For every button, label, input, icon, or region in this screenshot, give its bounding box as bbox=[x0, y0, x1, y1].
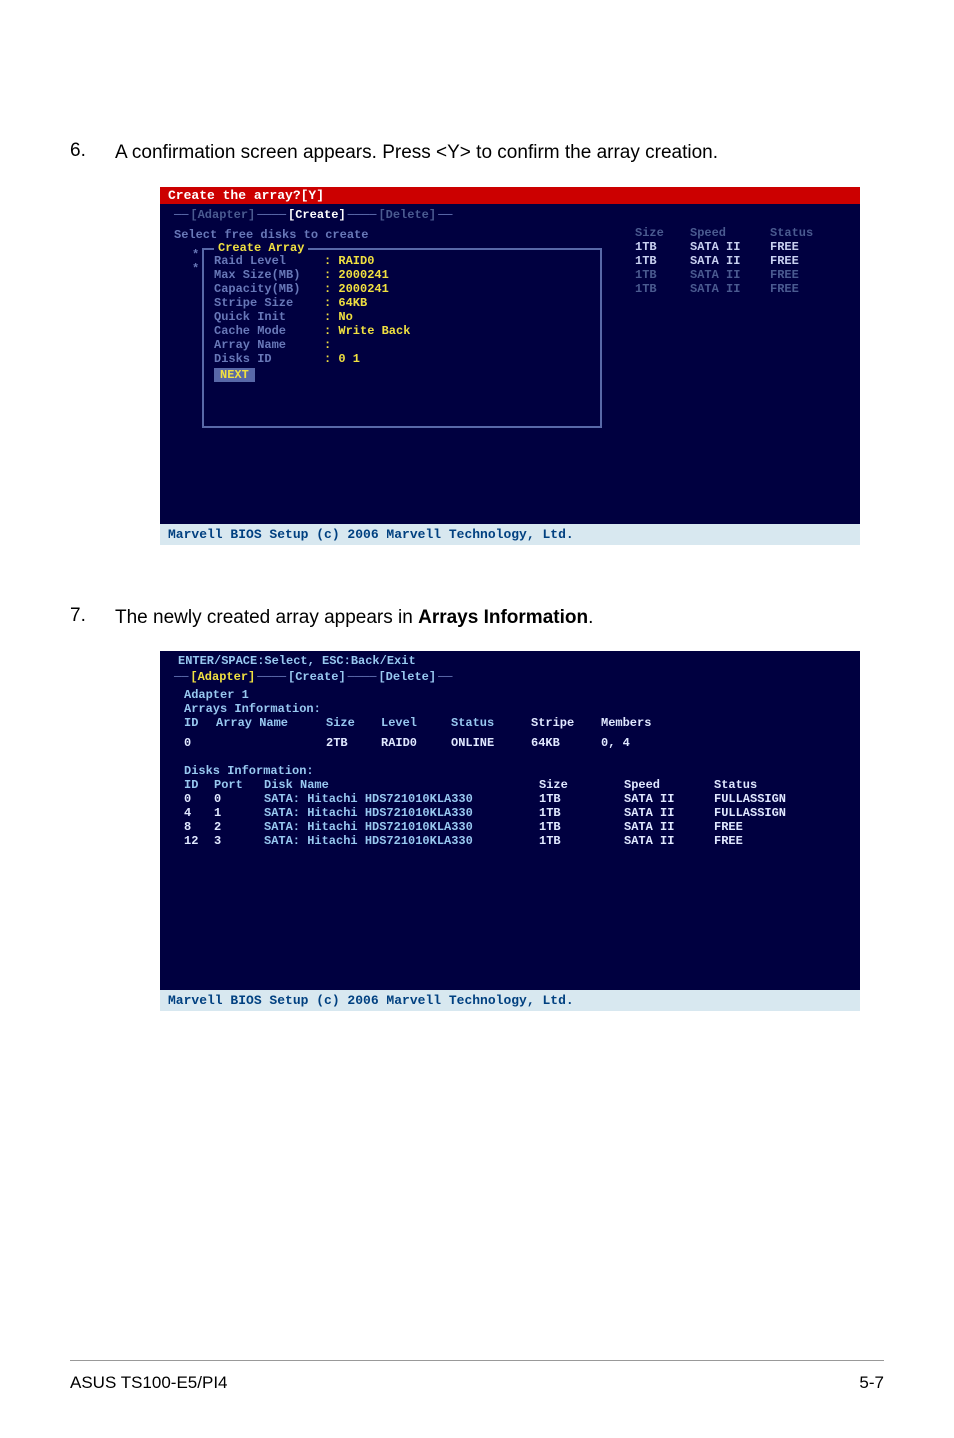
step-text: A confirmation screen appears. Press <Y>… bbox=[115, 140, 718, 167]
panel-row-label: Max Size(MB) bbox=[214, 268, 324, 282]
tab-delete: [Delete] bbox=[378, 208, 436, 222]
panel-row-label: Cache Mode bbox=[214, 324, 324, 338]
disks-info-label: Disks Information: bbox=[160, 764, 860, 778]
footer-pagenum: 5-7 bbox=[859, 1373, 884, 1393]
footer-model: ASUS TS100-E5/PI4 bbox=[70, 1373, 228, 1393]
create-array-panel: Create Array Raid Level: RAID0Max Size(M… bbox=[202, 248, 602, 428]
panel-row: Stripe Size: 64KB bbox=[214, 296, 590, 310]
tab-create: [Create] bbox=[288, 208, 346, 222]
selection-asterisks: ** bbox=[192, 248, 199, 276]
bios-footer: Marvell BIOS Setup (c) 2006 Marvell Tech… bbox=[160, 990, 860, 1011]
panel-row-value: : 2000241 bbox=[324, 268, 389, 282]
bios-titlebar: Create the array?[Y] bbox=[160, 187, 860, 204]
panel-row-value: : No bbox=[324, 310, 353, 324]
bios-footer: Marvell BIOS Setup (c) 2006 Marvell Tech… bbox=[160, 524, 860, 545]
step-number: 6. bbox=[70, 140, 115, 167]
panel-row-value: : RAID0 bbox=[324, 254, 374, 268]
disk-row: 1TBSATA IIFREE bbox=[635, 282, 835, 296]
bios-tabs: ── [Adapter] ──── [Create] ──── [Delete]… bbox=[160, 208, 860, 224]
tab-delete: [Delete] bbox=[378, 670, 436, 684]
panel-row-value: : bbox=[324, 338, 331, 352]
panel-row-label: Stripe Size bbox=[214, 296, 324, 310]
panel-row-label: Quick Init bbox=[214, 310, 324, 324]
step-text: The newly created array appears in Array… bbox=[115, 605, 593, 632]
step7-prefix: The newly created array appears in bbox=[115, 607, 418, 628]
disk-row: 82SATA: Hitachi HDS721010KLA3301TBSATA I… bbox=[160, 820, 860, 834]
next-button[interactable]: NEXT bbox=[214, 368, 255, 382]
panel-row: Max Size(MB): 2000241 bbox=[214, 268, 590, 282]
step-6: 6. A confirmation screen appears. Press … bbox=[70, 140, 884, 167]
panel-row: Array Name: bbox=[214, 338, 590, 352]
panel-title: Create Array bbox=[214, 241, 308, 255]
disk-row: 41SATA: Hitachi HDS721010KLA3301TBSATA I… bbox=[160, 806, 860, 820]
tab-adapter: [Adapter] bbox=[190, 208, 255, 222]
panel-row-label: Array Name bbox=[214, 338, 324, 352]
panel-row: Disks ID: 0 1 bbox=[214, 352, 590, 366]
disk-status-table: Size Speed Status 1TBSATA IIFREE1TBSATA … bbox=[635, 226, 835, 296]
step-7: 7. The newly created array appears in Ar… bbox=[70, 605, 884, 632]
bios-body: ── [Adapter] ──── [Create] ──── [Delete]… bbox=[160, 204, 860, 524]
panel-row-label: Raid Level bbox=[214, 254, 324, 268]
bios2-tabs: ── [Adapter] ──── [Create] ──── [Delete]… bbox=[160, 670, 860, 688]
bios2-body: ── [Adapter] ──── [Create] ──── [Delete]… bbox=[160, 668, 860, 990]
step7-suffix: . bbox=[588, 607, 593, 628]
step-number: 7. bbox=[70, 605, 115, 632]
panel-row-value: : Write Back bbox=[324, 324, 410, 338]
col-speed: Speed bbox=[690, 226, 770, 240]
bios-screenshot-1: Create the array?[Y] ── [Adapter] ──── [… bbox=[160, 187, 860, 545]
disks-headers: ID Port Disk Name Size Speed Status bbox=[160, 778, 860, 792]
array-row: 0 2TB RAID0 ONLINE 64KB 0, 4 bbox=[160, 736, 860, 750]
disk-row: 123SATA: Hitachi HDS721010KLA3301TBSATA … bbox=[160, 834, 860, 848]
disk-row: 1TBSATA IIFREE bbox=[635, 240, 835, 254]
col-size: Size bbox=[635, 226, 690, 240]
disk-row: 1TBSATA IIFREE bbox=[635, 254, 835, 268]
panel-row-value: : 2000241 bbox=[324, 282, 389, 296]
adapter-label: Adapter 1 bbox=[160, 688, 860, 702]
tab-create: [Create] bbox=[288, 670, 346, 684]
step7-bold: Arrays Information bbox=[418, 607, 588, 628]
arrays-headers: ID Array Name Size Level Status Stripe M… bbox=[160, 716, 860, 730]
panel-row-value: : 0 1 bbox=[324, 352, 360, 366]
panel-row-label: Capacity(MB) bbox=[214, 282, 324, 296]
disk-row: 1TBSATA IIFREE bbox=[635, 268, 835, 282]
panel-row: Capacity(MB): 2000241 bbox=[214, 282, 590, 296]
tab-adapter: [Adapter] bbox=[190, 670, 255, 684]
bios2-pretitle: ENTER/SPACE:Select, ESC:Back/Exit bbox=[160, 651, 860, 668]
col-status: Status bbox=[770, 226, 835, 240]
panel-row: Cache Mode: Write Back bbox=[214, 324, 590, 338]
page-footer: ASUS TS100-E5/PI4 5-7 bbox=[70, 1360, 884, 1393]
panel-row-value: : 64KB bbox=[324, 296, 367, 310]
arrays-info-label: Arrays Information: bbox=[160, 702, 860, 716]
panel-row-label: Disks ID bbox=[214, 352, 324, 366]
bios-screenshot-2: ENTER/SPACE:Select, ESC:Back/Exit ── [Ad… bbox=[160, 651, 860, 1011]
panel-row: Quick Init: No bbox=[214, 310, 590, 324]
panel-row: Raid Level: RAID0 bbox=[214, 254, 590, 268]
disk-row: 00SATA: Hitachi HDS721010KLA3301TBSATA I… bbox=[160, 792, 860, 806]
